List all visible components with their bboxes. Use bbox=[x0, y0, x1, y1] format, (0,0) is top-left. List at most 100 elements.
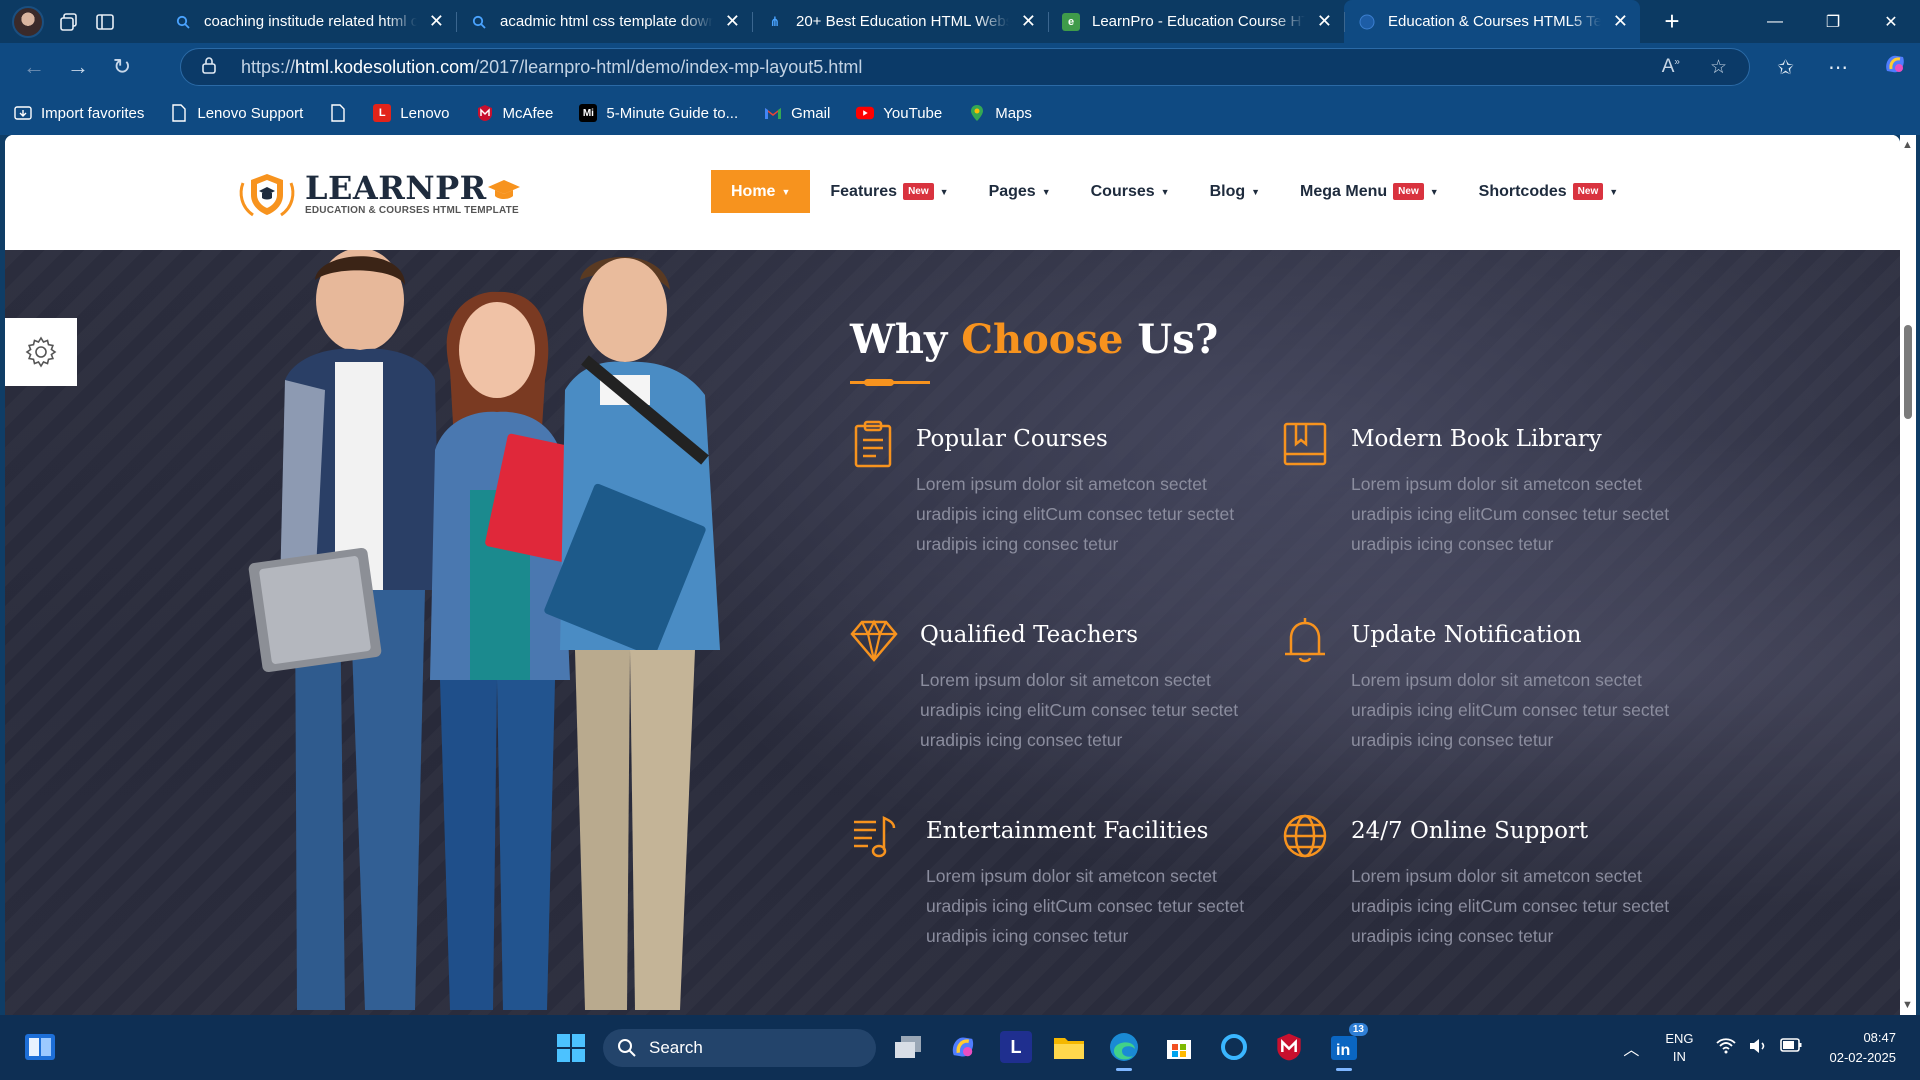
browser-tab[interactable]: ⋔ 20+ Best Education HTML Websit ✕ bbox=[752, 0, 1048, 43]
new-tab-button[interactable]: + bbox=[1650, 6, 1694, 37]
section-title: Why Choose Us? bbox=[850, 316, 1218, 363]
widgets-icon[interactable] bbox=[24, 1033, 56, 1061]
battery-icon[interactable] bbox=[1779, 1037, 1802, 1058]
main-menu: Home ▼ Features New ▼ Pages ▼ Courses ▼ Blog ▼… bbox=[711, 170, 1638, 213]
mcafee-icon bbox=[476, 104, 494, 122]
url-scheme: https:// bbox=[241, 56, 296, 77]
menu-item-home[interactable]: Home ▼ bbox=[711, 170, 811, 213]
workspaces-icon[interactable] bbox=[58, 11, 80, 33]
favorite-star-icon[interactable]: ☆ bbox=[1710, 56, 1727, 79]
clock[interactable]: 08:47 02-02-2025 bbox=[1830, 1028, 1897, 1068]
medium-icon: Mi bbox=[579, 104, 598, 122]
menu-item-features[interactable]: Features New ▼ bbox=[810, 170, 968, 213]
browser-tab[interactable]: e LearnPro - Education Course HTM ✕ bbox=[1048, 0, 1344, 43]
page-scrollbar[interactable]: ▲ ▼ bbox=[1900, 135, 1916, 1015]
mcafee-app-icon[interactable] bbox=[1271, 1027, 1307, 1067]
feature-text: Lorem ipsum dolor sit ametcon sectet ura… bbox=[926, 866, 1245, 946]
section-title-part: Us? bbox=[1137, 316, 1219, 363]
close-tab-icon[interactable]: ✕ bbox=[1021, 11, 1036, 32]
microsoft-store-icon[interactable] bbox=[1161, 1027, 1197, 1067]
vertical-tabs-icon[interactable] bbox=[94, 11, 116, 33]
language-indicator[interactable]: ENG IN bbox=[1665, 1030, 1693, 1066]
site-logo[interactable]: LEARNPR EDUCATION & COURSES HTML TEMPLAT… bbox=[237, 169, 521, 219]
restore-button[interactable]: ❐ bbox=[1804, 0, 1862, 43]
chevron-down-icon: ▼ bbox=[1160, 186, 1170, 197]
menu-label: Shortcodes bbox=[1478, 182, 1567, 200]
close-tab-icon[interactable]: ✕ bbox=[725, 11, 740, 32]
bookmark-youtube[interactable]: YouTube bbox=[856, 104, 942, 122]
read-aloud-icon[interactable]: A» bbox=[1662, 56, 1680, 79]
task-view-icon[interactable] bbox=[890, 1027, 926, 1067]
chevron-down-icon: ▼ bbox=[1041, 186, 1051, 197]
show-hidden-icons-icon[interactable]: ︿ bbox=[1611, 1036, 1651, 1060]
linkedin-app-icon[interactable]: in 13 bbox=[1326, 1023, 1368, 1071]
svg-text:in: in bbox=[1336, 1042, 1350, 1059]
browser-tab[interactable]: acadmic html css template downl ✕ bbox=[456, 0, 752, 43]
student-right bbox=[544, 256, 720, 1010]
cortana-icon[interactable] bbox=[1216, 1027, 1252, 1067]
bookmark-mcafee[interactable]: McAfee bbox=[476, 104, 554, 122]
browser-tab[interactable]: coaching institude related html c ✕ bbox=[160, 0, 456, 43]
system-tray: ︿ ENG IN 08:47 02-02-2025 bbox=[1611, 1015, 1920, 1080]
feature-title: Qualified Teachers bbox=[920, 622, 1139, 648]
scrollbar-thumb[interactable] bbox=[1904, 325, 1912, 419]
music-list-icon bbox=[854, 815, 896, 858]
lock-icon[interactable] bbox=[201, 56, 223, 79]
chevron-down-icon: ▼ bbox=[781, 186, 791, 197]
feature-text: Lorem ipsum dolor sit ametcon sectet ura… bbox=[1351, 474, 1670, 554]
bookmark-5-minute-guide[interactable]: Mi 5-Minute Guide to... bbox=[579, 104, 738, 122]
profile-avatar[interactable] bbox=[12, 5, 44, 38]
copilot-app-icon[interactable] bbox=[945, 1027, 981, 1067]
why-choose-us-section: Why Choose Us? Popular Courses Lorem ips… bbox=[5, 250, 1900, 1015]
copilot-icon[interactable] bbox=[1882, 51, 1908, 83]
close-tab-icon[interactable]: ✕ bbox=[1613, 11, 1628, 32]
menu-item-blog[interactable]: Blog ▼ bbox=[1190, 170, 1280, 213]
menu-item-mega-menu[interactable]: Mega Menu New ▼ bbox=[1280, 170, 1459, 213]
bookmark-lenovo-support[interactable]: Lenovo Support bbox=[170, 104, 303, 122]
url-field[interactable]: https://html.kodesolution.com/2017/learn… bbox=[180, 48, 1750, 86]
feature-title: Entertainment Facilities bbox=[926, 818, 1209, 844]
bookmark-untitled[interactable] bbox=[329, 104, 347, 122]
chevron-down-icon: ▼ bbox=[1251, 186, 1261, 197]
tab-title: coaching institude related html c bbox=[204, 13, 417, 30]
volume-icon[interactable] bbox=[1748, 1038, 1768, 1058]
menu-item-courses[interactable]: Courses ▼ bbox=[1071, 170, 1190, 213]
minimize-button[interactable]: — bbox=[1746, 0, 1804, 43]
menu-item-pages[interactable]: Pages ▼ bbox=[969, 170, 1071, 213]
bookmark-maps[interactable]: Maps bbox=[968, 104, 1032, 122]
scroll-down-arrow-icon[interactable]: ▼ bbox=[1902, 999, 1913, 1011]
menu-label: Blog bbox=[1209, 182, 1246, 200]
chevron-down-icon: ▼ bbox=[939, 186, 949, 197]
menu-label: Home bbox=[731, 182, 776, 200]
scroll-up-arrow-icon[interactable]: ▲ bbox=[1902, 139, 1913, 151]
back-button[interactable]: ← bbox=[12, 49, 56, 85]
lenovo-app-icon[interactable]: L bbox=[1000, 1031, 1032, 1063]
url-path: /2017/learnpro-html/demo/index-mp-layout… bbox=[474, 56, 863, 77]
wifi-icon[interactable] bbox=[1715, 1037, 1736, 1058]
file-explorer-icon[interactable] bbox=[1051, 1027, 1087, 1067]
language-code: ENG bbox=[1665, 1030, 1694, 1046]
search-icon bbox=[470, 13, 488, 31]
feature-title: Update Notification bbox=[1351, 622, 1582, 648]
bookmark-label: McAfee bbox=[502, 104, 554, 122]
bookmark-lenovo[interactable]: L Lenovo bbox=[373, 104, 450, 122]
menu-label: Features bbox=[830, 182, 898, 200]
favorites-icon[interactable]: ✩ bbox=[1777, 55, 1794, 80]
taskbar-search[interactable]: Search bbox=[603, 1029, 876, 1067]
globe-icon bbox=[1358, 13, 1376, 31]
forward-button[interactable]: → bbox=[56, 49, 100, 85]
close-tab-icon[interactable]: ✕ bbox=[1317, 11, 1332, 32]
more-options-icon[interactable]: ⋯ bbox=[1828, 55, 1848, 80]
refresh-button[interactable]: ↻ bbox=[100, 49, 144, 85]
bookmark-import-favorites[interactable]: Import favorites bbox=[14, 104, 144, 122]
edge-browser-icon[interactable] bbox=[1106, 1027, 1142, 1071]
bookmark-gmail[interactable]: Gmail bbox=[764, 104, 830, 122]
close-window-button[interactable]: ✕ bbox=[1862, 0, 1920, 43]
windows-start-icon[interactable] bbox=[556, 1033, 586, 1063]
settings-panel-toggle[interactable] bbox=[5, 318, 77, 386]
import-icon bbox=[14, 104, 32, 122]
browser-tab-active[interactable]: Education & Courses HTML5 Tem ✕ bbox=[1344, 0, 1640, 43]
close-tab-icon[interactable]: ✕ bbox=[429, 11, 444, 32]
menu-item-shortcodes[interactable]: Shortcodes New ▼ bbox=[1459, 170, 1639, 213]
feature-text: Lorem ipsum dolor sit ametcon sectet ura… bbox=[1351, 866, 1670, 946]
